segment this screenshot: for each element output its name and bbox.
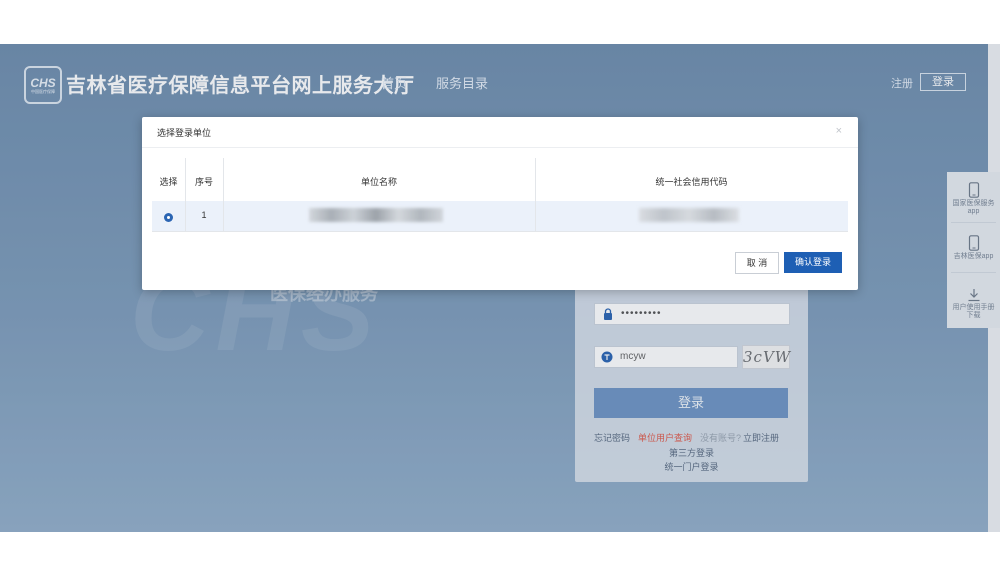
- row-credit-code-cell: [535, 201, 848, 231]
- row-index: 1: [201, 210, 207, 220]
- redacted-unit-name: [309, 208, 443, 222]
- cancel-button[interactable]: 取 消: [735, 252, 779, 274]
- confirm-login-button[interactable]: 确认登录: [784, 252, 842, 273]
- column-divider: [185, 158, 186, 231]
- table-header: 选择 序号 单位名称 统一社会信用代码: [152, 158, 848, 201]
- row-unit-name-cell: [223, 201, 535, 231]
- column-divider: [223, 158, 224, 231]
- table-bottom-border: [152, 231, 848, 232]
- column-header-unit-name: 单位名称: [360, 177, 397, 187]
- dialog-title: 选择登录单位: [157, 128, 212, 138]
- row-select-radio[interactable]: [164, 213, 173, 222]
- column-divider: [535, 158, 536, 231]
- column-header-credit-code: 统一社会信用代码: [655, 177, 728, 187]
- column-header-select: 选择: [159, 177, 178, 187]
- redacted-credit-code: [639, 208, 739, 222]
- close-icon[interactable]: ×: [836, 125, 842, 137]
- select-login-unit-dialog: 选择登录单位 × 选择 序号 单位名称 统一社会信用代码 1 取 消 确认登录: [142, 117, 858, 290]
- table-row[interactable]: 1: [152, 201, 848, 231]
- dialog-divider: [142, 147, 858, 148]
- column-header-index: 序号: [194, 177, 213, 187]
